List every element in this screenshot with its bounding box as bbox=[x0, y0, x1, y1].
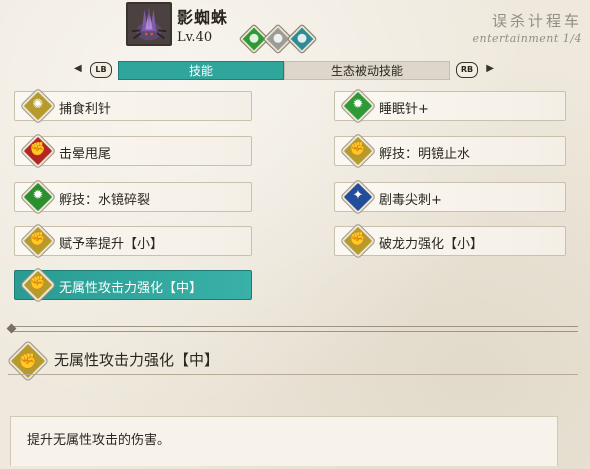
monster-name: 影蜘蛛 bbox=[177, 8, 229, 27]
spider-monster-portrait-icon bbox=[128, 4, 170, 44]
watermark-line2: entertainment 1/4 bbox=[472, 31, 582, 45]
skill-label: 剧毒尖刺+ bbox=[379, 193, 442, 208]
skill-description: 提升无属性攻击的伤害。 bbox=[27, 433, 171, 448]
sparkle-icon: ✺ bbox=[21, 89, 55, 123]
running-figure-icon: ✦ bbox=[341, 180, 375, 214]
skill-item[interactable]: ✹ 睡眠针+ bbox=[334, 89, 566, 123]
power-fist-icon: ✊ bbox=[8, 341, 48, 381]
monster-level: Lv.40 bbox=[177, 30, 213, 45]
skill-label: 赋予率提升【小】 bbox=[59, 237, 164, 252]
arrow-left-icon[interactable]: ◀ bbox=[74, 63, 82, 74]
skill-label: 无属性攻击力强化【中】 bbox=[59, 281, 203, 296]
burst-icon: ✹ bbox=[341, 89, 375, 123]
power-fist-icon: ✊ bbox=[341, 224, 375, 258]
skill-item-selected[interactable]: ✊ 无属性攻击力强化【中】 bbox=[14, 268, 252, 302]
skill-label: 捕食利针 bbox=[59, 102, 112, 117]
power-fist-icon: ✊ bbox=[341, 134, 375, 168]
skill-label: 孵技：明镜止水 bbox=[379, 147, 471, 162]
lb-key[interactable]: LB bbox=[90, 62, 112, 78]
detail-title: 无属性攻击力强化【中】 bbox=[54, 351, 220, 369]
skill-label: 破龙力强化【小】 bbox=[379, 237, 484, 252]
water-gene-icon[interactable] bbox=[286, 23, 318, 55]
skill-item[interactable]: ✊ 击晕甩尾 bbox=[14, 134, 252, 168]
tab-ecology-passive[interactable]: 生态被动技能 bbox=[284, 61, 450, 80]
skill-item[interactable]: ✺ 捕食利针 bbox=[14, 89, 252, 123]
burst-icon: ✹ bbox=[21, 180, 55, 214]
skill-item[interactable]: ✊ 赋予率提升【小】 bbox=[14, 224, 252, 258]
power-fist-icon: ✊ bbox=[21, 268, 55, 302]
skill-label: 击晕甩尾 bbox=[59, 147, 112, 162]
description-box: 提升无属性攻击的伤害。 bbox=[10, 416, 558, 466]
skill-item[interactable]: ✦ 剧毒尖刺+ bbox=[334, 180, 566, 214]
skill-item[interactable]: ✹ 孵技：水镜碎裂 bbox=[14, 180, 252, 214]
rb-key[interactable]: RB bbox=[456, 62, 478, 78]
section-divider bbox=[12, 326, 578, 332]
skill-label: 孵技：水镜碎裂 bbox=[59, 193, 151, 208]
monster-portrait bbox=[126, 2, 172, 46]
tab-bar: ◀ LB 技能 生态被动技能 RB ▶ bbox=[72, 61, 496, 80]
power-fist-icon: ✊ bbox=[21, 134, 55, 168]
skill-item[interactable]: ✊ 孵技：明镜止水 bbox=[334, 134, 566, 168]
detail-underline bbox=[8, 374, 578, 375]
power-fist-icon: ✊ bbox=[21, 224, 55, 258]
arrow-right-icon[interactable]: ▶ bbox=[486, 63, 494, 74]
watermark: 误杀计程车 entertainment 1/4 bbox=[472, 12, 582, 46]
watermark-line1: 误杀计程车 bbox=[491, 12, 582, 30]
tab-skills[interactable]: 技能 bbox=[118, 61, 284, 80]
skill-item[interactable]: ✊ 破龙力强化【小】 bbox=[334, 224, 566, 258]
skill-label: 睡眠针+ bbox=[379, 102, 429, 117]
